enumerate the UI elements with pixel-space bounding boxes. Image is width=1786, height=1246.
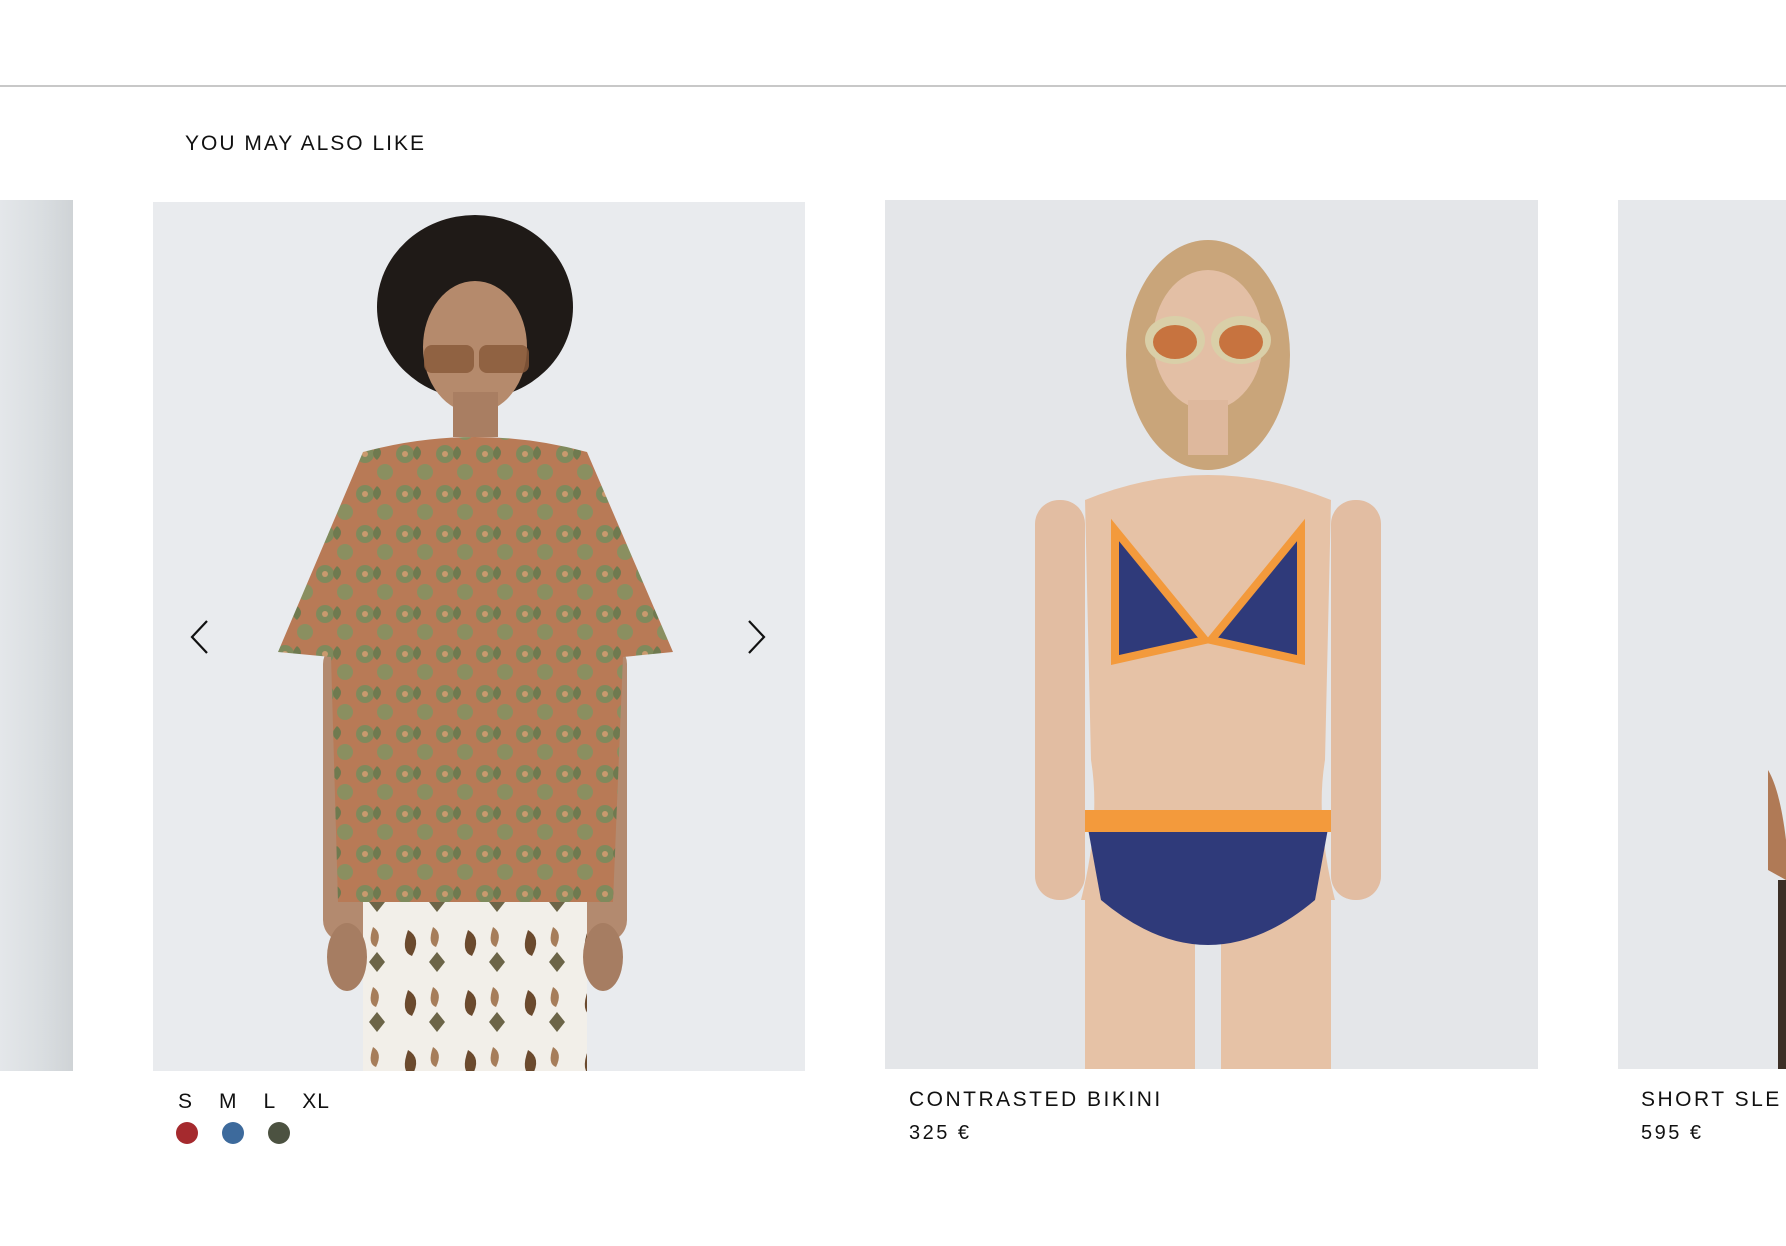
color-swatches [176, 1122, 314, 1144]
product-image-partial-left[interactable] [0, 200, 73, 1071]
product-image-bikini[interactable] [885, 200, 1538, 1069]
size-option[interactable]: M [219, 1090, 238, 1114]
color-swatch-olive[interactable] [268, 1122, 290, 1144]
prev-image-button[interactable] [179, 610, 219, 664]
product-price: 595 € [1641, 1122, 1704, 1144]
product-name[interactable]: CONTRASTED BIKINI [909, 1088, 1163, 1112]
size-option[interactable]: XL [302, 1090, 330, 1114]
size-options: S M L XL [178, 1090, 356, 1114]
next-image-button[interactable] [737, 610, 777, 664]
header-divider [0, 85, 1786, 87]
chevron-right-icon [748, 620, 766, 654]
section-title: YOU MAY ALSO LIKE [185, 132, 426, 155]
chevron-left-icon [190, 620, 208, 654]
color-swatch-red[interactable] [176, 1122, 198, 1144]
size-option[interactable]: S [178, 1090, 193, 1114]
product-image-partial-right[interactable] [1618, 200, 1786, 1069]
color-swatch-blue[interactable] [222, 1122, 244, 1144]
product-name[interactable]: SHORT SLE [1641, 1088, 1782, 1112]
size-option[interactable]: L [264, 1090, 277, 1114]
product-image-tee[interactable] [153, 202, 805, 1071]
product-price: 325 € [909, 1122, 972, 1144]
